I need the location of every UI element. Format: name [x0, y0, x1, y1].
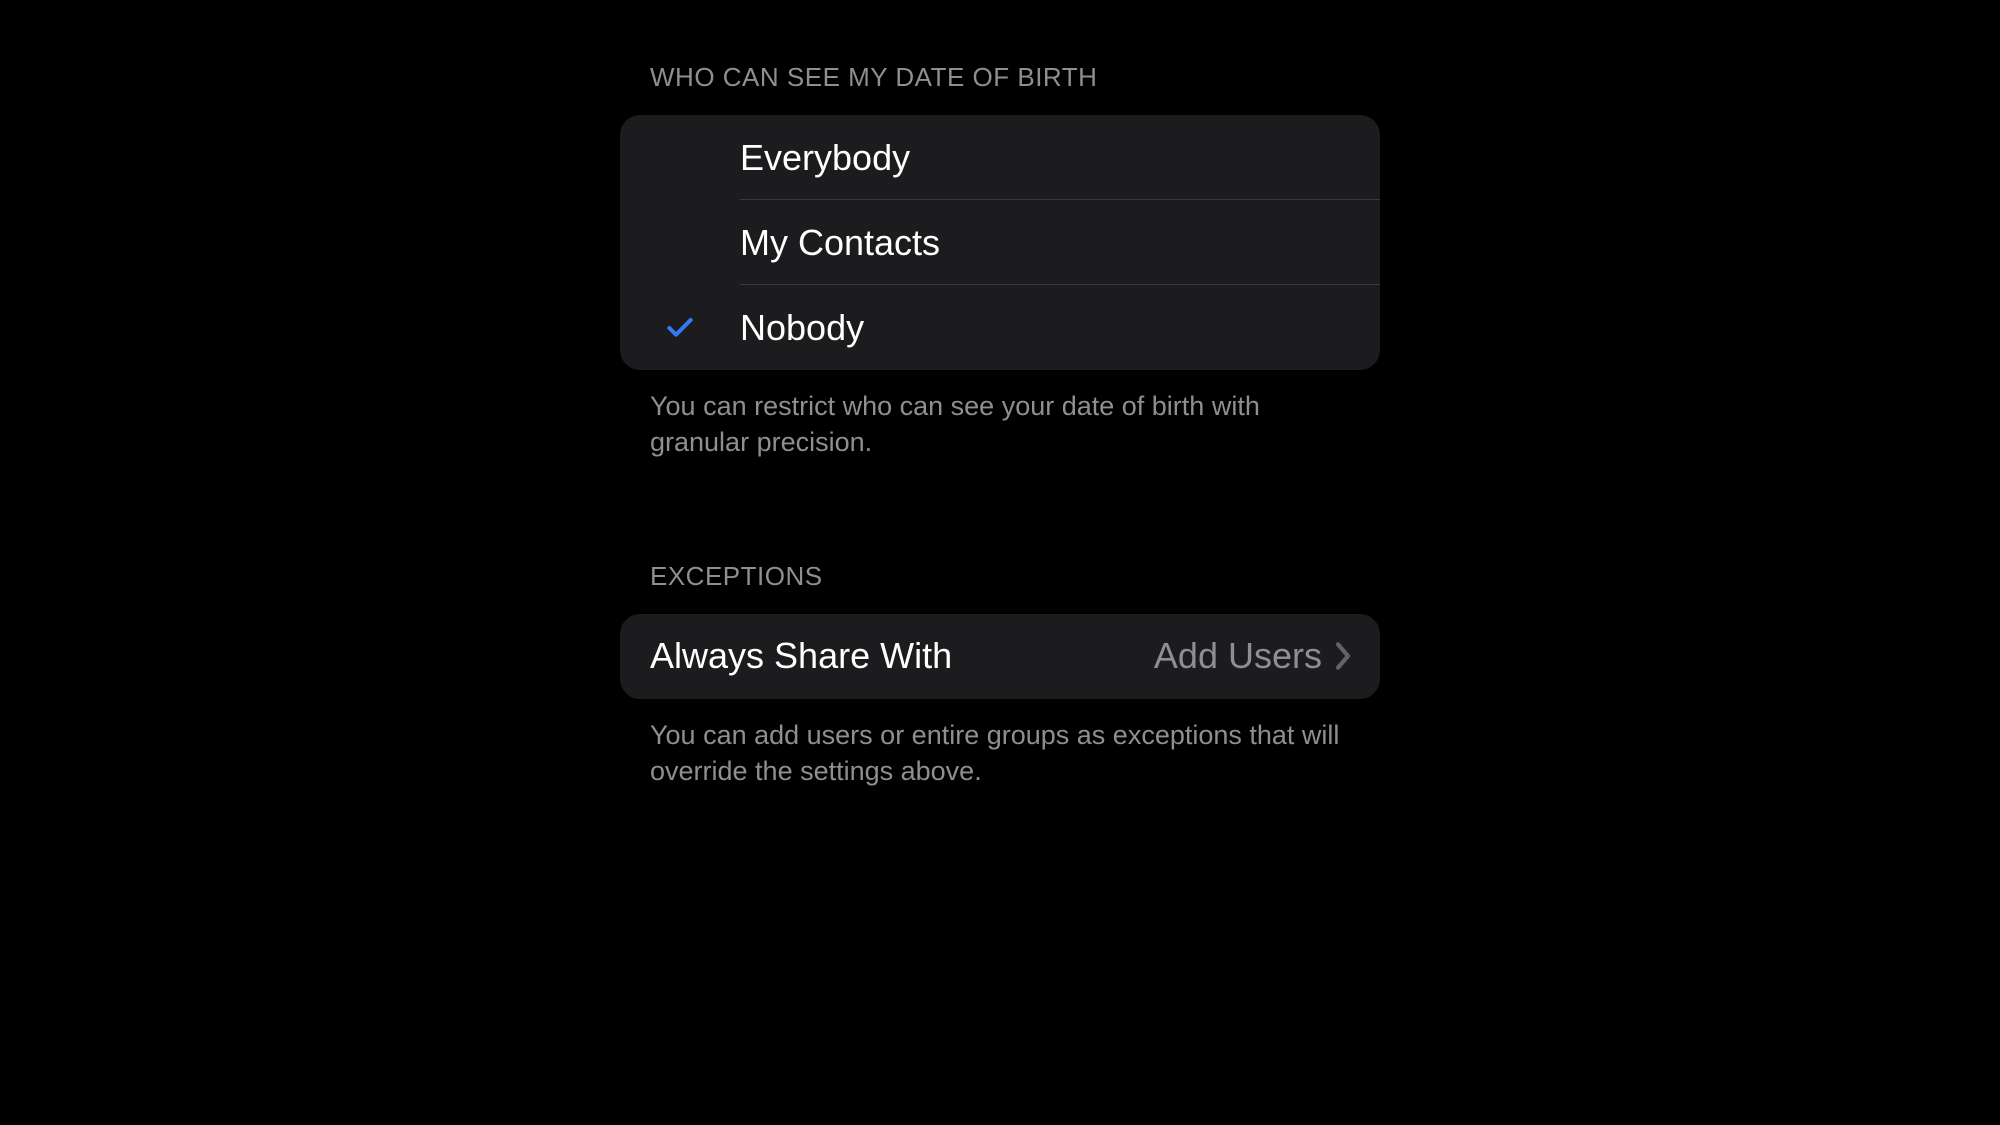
section-header-visibility: WHO CAN SEE MY DATE OF BIRTH: [620, 62, 1380, 93]
option-my-contacts[interactable]: My Contacts: [620, 200, 1380, 285]
chevron-right-icon: [1334, 641, 1352, 671]
exception-label: Always Share With: [650, 635, 1154, 677]
option-everybody[interactable]: Everybody: [620, 115, 1380, 200]
check-icon: [664, 312, 696, 344]
option-label-everybody: Everybody: [740, 137, 1380, 179]
section-footer-visibility: You can restrict who can see your date o…: [620, 370, 1380, 461]
section-header-exceptions: EXCEPTIONS: [620, 561, 1380, 592]
always-share-with-row[interactable]: Always Share With Add Users: [620, 614, 1380, 699]
exceptions-card: Always Share With Add Users: [620, 614, 1380, 699]
section-footer-exceptions: You can add users or entire groups as ex…: [620, 699, 1380, 790]
option-label-contacts: My Contacts: [740, 222, 1380, 264]
option-nobody[interactable]: Nobody: [620, 285, 1380, 370]
visibility-options-card: Everybody My Contacts Nobody: [620, 115, 1380, 370]
option-label-nobody: Nobody: [740, 307, 1380, 349]
check-container-nobody: [620, 312, 740, 344]
exception-value: Add Users: [1154, 635, 1322, 677]
